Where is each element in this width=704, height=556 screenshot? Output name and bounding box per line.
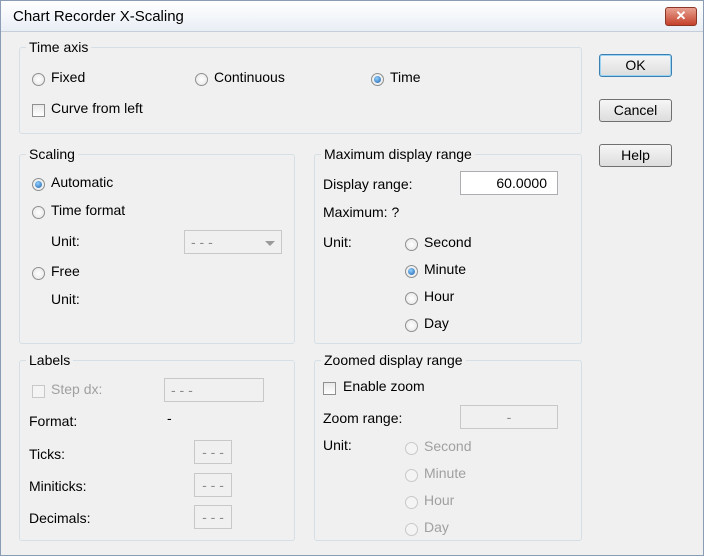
max-unit-second-label: Second [424, 234, 472, 250]
zoom-unit-second-radio[interactable] [405, 442, 418, 455]
chevron-down-icon [265, 241, 275, 246]
miniticks-input[interactable]: - - - [194, 473, 232, 497]
time-axis-continuous-radio[interactable] [195, 73, 208, 86]
zoom-unit-minute-label: Minute [424, 465, 467, 481]
scaling-automatic-label: Automatic [51, 174, 114, 190]
enable-zoom-label: Enable zoom [343, 378, 425, 394]
max-unit-minute-label: Minute [424, 261, 467, 277]
max-unit-label: Unit: [323, 234, 352, 250]
zoom-unit-day-label: Day [424, 519, 449, 535]
zoom-range-input[interactable]: - [460, 405, 558, 429]
scaling-unit-label: Unit: [51, 233, 80, 249]
step-dx-input[interactable]: - - - [164, 378, 264, 402]
zoom-unit-hour-radio[interactable] [405, 496, 418, 509]
max-unit-hour-label: Hour [424, 288, 455, 304]
zoom-unit-second-label: Second [424, 438, 472, 454]
close-icon[interactable]: ✕ [665, 7, 697, 26]
scaling-time-format-radio[interactable] [32, 206, 45, 219]
zoomed-display-range-legend: Zoomed display range [324, 352, 463, 368]
dialog-window: Chart Recorder X-Scaling ✕ Time axis Fix… [0, 0, 704, 556]
labels-legend: Labels [29, 352, 71, 368]
zoom-unit-label: Unit: [323, 437, 352, 453]
window-title: Chart Recorder X-Scaling [13, 8, 184, 25]
ticks-label: Ticks: [29, 446, 66, 462]
format-label: Format: [29, 413, 78, 429]
max-unit-hour-radio[interactable] [405, 292, 418, 305]
zoom-unit-hour-label: Hour [424, 492, 455, 508]
decimals-input[interactable]: - - - [194, 505, 232, 529]
scaling-unit-select[interactable]: - - - [184, 230, 282, 254]
ticks-input[interactable]: - - - [194, 440, 232, 464]
time-axis-fixed-radio[interactable] [32, 73, 45, 86]
time-axis-time-label: Time [390, 69, 421, 85]
zoom-unit-day-radio[interactable] [405, 523, 418, 536]
decimals-label: Decimals: [29, 510, 91, 526]
max-unit-minute-radio[interactable] [405, 265, 418, 278]
curve-from-left-label: Curve from left [51, 100, 143, 116]
zoom-range-label: Zoom range: [323, 410, 403, 426]
format-value: - [167, 410, 172, 426]
display-range-label: Display range: [323, 176, 413, 192]
time-axis-fixed-label: Fixed [51, 69, 86, 85]
time-axis-time-radio[interactable] [371, 73, 384, 86]
scaling-automatic-radio[interactable] [32, 178, 45, 191]
enable-zoom-checkbox[interactable] [323, 382, 336, 395]
time-axis-legend: Time axis [29, 39, 89, 55]
miniticks-label: Miniticks: [29, 478, 87, 494]
title-bar: Chart Recorder X-Scaling ✕ [1, 1, 703, 32]
help-button[interactable]: Help [599, 144, 672, 167]
scaling-free-label: Free [51, 263, 80, 279]
max-display-range-legend: Maximum display range [324, 146, 472, 162]
scaling-free-radio[interactable] [32, 267, 45, 280]
scaling-time-format-label: Time format [51, 202, 126, 218]
cancel-button[interactable]: Cancel [599, 99, 672, 122]
time-axis-group: Time axis [19, 39, 582, 134]
time-axis-continuous-label: Continuous [214, 69, 285, 85]
max-unit-second-radio[interactable] [405, 238, 418, 251]
max-unit-day-radio[interactable] [405, 319, 418, 332]
zoom-unit-minute-radio[interactable] [405, 469, 418, 482]
step-dx-checkbox[interactable] [32, 385, 45, 398]
curve-from-left-checkbox[interactable] [32, 104, 45, 117]
ok-button[interactable]: OK [599, 54, 672, 77]
scaling-legend: Scaling [29, 146, 75, 162]
max-unit-day-label: Day [424, 315, 449, 331]
display-range-input[interactable]: 60.0000 [460, 171, 558, 195]
maximum-label: Maximum: ? [323, 204, 400, 220]
scaling-free-unit-label: Unit: [51, 291, 80, 307]
step-dx-label: Step dx: [51, 381, 103, 397]
scaling-unit-value: - - - [191, 234, 213, 250]
